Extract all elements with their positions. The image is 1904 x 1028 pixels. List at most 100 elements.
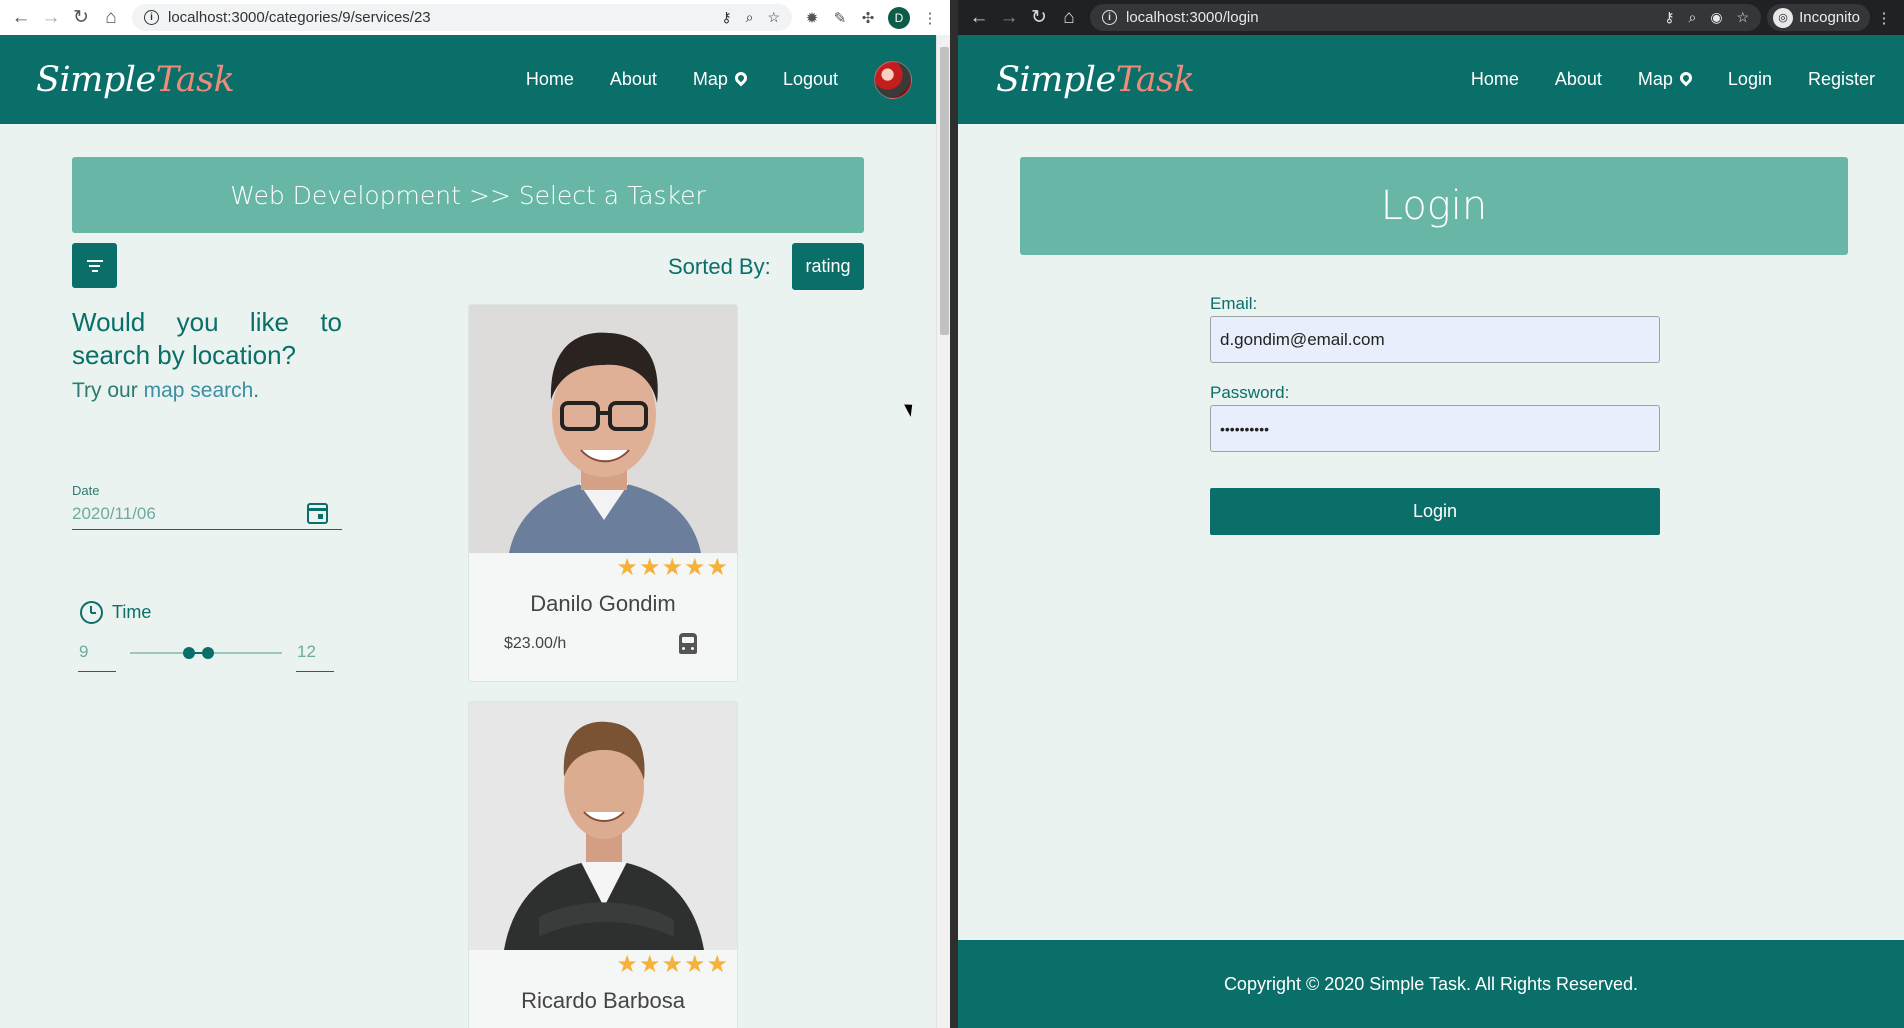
extension-pencil-icon[interactable]: ✎ <box>826 9 854 27</box>
try-prefix: Try our <box>72 379 138 402</box>
page-scrollbar[interactable] <box>936 35 950 1028</box>
menu-icon[interactable]: ⋮ <box>916 9 944 27</box>
tasker-card[interactable]: ★★★★★ Ricardo Barbosa <box>468 701 738 1028</box>
brand-part-2: Task <box>1115 59 1195 100</box>
forward-icon[interactable]: → <box>994 3 1024 33</box>
login-button[interactable]: Login <box>1210 488 1660 535</box>
window-divider <box>950 0 958 1028</box>
incognito-badge[interactable]: ◎ Incognito <box>1767 4 1870 31</box>
password-field[interactable]: •••••••••• <box>1210 405 1660 452</box>
brand-logo[interactable]: SimpleTask <box>996 59 1195 100</box>
filter-icon-line <box>89 264 100 267</box>
site-navbar: SimpleTask Home About Map Logout <box>0 35 950 124</box>
nav-map-label: Map <box>1637 69 1673 89</box>
zoom-icon[interactable]: ⌕ <box>1688 9 1696 26</box>
filter-icon-line <box>86 259 103 262</box>
site-info-icon[interactable]: i <box>144 10 159 25</box>
profile-avatar[interactable]: D <box>888 6 910 29</box>
url-text: localhost:3000/categories/9/services/23 <box>168 9 431 26</box>
browser-toolbar: ← → ↻ ⌂ i localhost:3000/categories/9/se… <box>0 0 950 35</box>
tasker-details: $23.00/h <box>469 633 737 654</box>
site-footer: Copyright © 2020 Simple Task. All Rights… <box>958 940 1904 1028</box>
brand-part-2: Task <box>155 59 235 100</box>
extensions-puzzle-icon[interactable]: ✣ <box>854 9 882 27</box>
brand-part-1: Simple <box>996 59 1116 100</box>
page-title: Login <box>1020 157 1848 255</box>
time-from-input[interactable]: 9 <box>78 642 116 672</box>
time-to-input[interactable]: 12 <box>296 642 334 672</box>
sorted-by-label: Sorted By: <box>668 254 771 279</box>
date-field[interactable]: 2020/11/06 <box>72 498 342 530</box>
extension-bug-icon[interactable]: ✹ <box>798 9 826 27</box>
nav-about[interactable]: About <box>1555 69 1602 90</box>
nav-links: Home About Map Login Register <box>1435 69 1875 90</box>
map-pin-icon <box>1677 69 1695 86</box>
clock-icon <box>80 601 103 624</box>
tasker-name: Danilo Gondim <box>530 591 676 616</box>
tasker-card[interactable]: ★★★★★ Danilo Gondim $23.00/h <box>468 304 738 682</box>
rating-stars: ★★★★★ <box>616 951 729 978</box>
zoom-icon[interactable]: ⌕ <box>746 9 754 26</box>
reload-icon[interactable]: ↻ <box>1024 3 1054 33</box>
time-slider-end-handle[interactable] <box>201 647 214 659</box>
tasker-photo <box>469 305 737 553</box>
nav-home[interactable]: Home <box>1471 69 1519 90</box>
site-navbar: SimpleTask Home About Map Login Register <box>958 35 1904 124</box>
map-search-prompt: Try our map search. <box>72 379 259 403</box>
time-label: Time <box>112 602 152 622</box>
password-label: Password: <box>1210 383 1290 402</box>
sort-rating-button[interactable]: rating <box>792 243 864 290</box>
browser-toolbar: ← → ↻ ⌂ i localhost:3000/login ⚷ ⌕ ◉ ☆ ◎… <box>958 0 1904 35</box>
home-icon[interactable]: ⌂ <box>1054 3 1084 33</box>
rating-stars: ★★★★★ <box>616 554 729 581</box>
map-pin-icon <box>732 69 750 86</box>
location-search-question: Would you like to search by location? <box>72 307 342 370</box>
tasker-photo-image <box>469 305 737 553</box>
nav-logout[interactable]: Logout <box>783 69 838 90</box>
key-icon[interactable]: ⚷ <box>721 9 731 26</box>
time-range-slider[interactable] <box>130 647 282 659</box>
try-suffix: . <box>253 379 260 402</box>
nav-register[interactable]: Register <box>1808 69 1875 90</box>
reload-icon[interactable]: ↻ <box>66 3 96 33</box>
bookmark-star-icon[interactable]: ☆ <box>767 9 780 26</box>
user-avatar[interactable] <box>874 60 912 99</box>
nav-map-label: Map <box>692 69 728 89</box>
filter-button[interactable] <box>72 243 117 288</box>
address-bar[interactable]: i localhost:3000/login ⚷ ⌕ ◉ ☆ <box>1090 4 1762 31</box>
key-icon[interactable]: ⚷ <box>1664 9 1674 26</box>
tasker-photo <box>469 702 737 950</box>
map-search-link[interactable]: map search <box>144 379 254 402</box>
nav-login[interactable]: Login <box>1728 69 1772 90</box>
brand-logo[interactable]: SimpleTask <box>36 59 235 100</box>
left-browser-window: ← → ↻ ⌂ i localhost:3000/categories/9/se… <box>0 0 950 1028</box>
calendar-icon[interactable] <box>307 503 328 524</box>
scrollbar-thumb[interactable] <box>940 47 949 335</box>
back-icon[interactable]: ← <box>964 3 994 33</box>
nav-about[interactable]: About <box>610 69 657 90</box>
address-bar[interactable]: i localhost:3000/categories/9/services/2… <box>132 4 792 31</box>
eye-slash-icon[interactable]: ◉ <box>1710 9 1722 26</box>
nav-map[interactable]: Map <box>1637 69 1695 90</box>
bus-icon <box>679 633 697 654</box>
time-filter-header: Time <box>80 601 151 624</box>
email-field[interactable]: d.gondim@email.com <box>1210 316 1660 363</box>
email-label: Email: <box>1210 294 1258 313</box>
brand-part-1: Simple <box>36 59 156 100</box>
nav-map[interactable]: Map <box>692 69 750 90</box>
incognito-label: Incognito <box>1799 9 1860 26</box>
tasker-photo-image <box>469 702 737 950</box>
nav-home[interactable]: Home <box>526 69 574 90</box>
date-label: Date <box>72 483 100 498</box>
bookmark-star-icon[interactable]: ☆ <box>1737 9 1750 26</box>
tasker-name: Ricardo Barbosa <box>521 988 685 1013</box>
page-title: Web Development >> Select a Tasker <box>72 157 864 233</box>
forward-icon[interactable]: → <box>36 3 66 33</box>
home-icon[interactable]: ⌂ <box>96 3 126 33</box>
time-slider-start-handle[interactable] <box>183 647 196 659</box>
menu-icon[interactable]: ⋮ <box>1870 9 1898 27</box>
back-icon[interactable]: ← <box>6 3 36 33</box>
site-info-icon[interactable]: i <box>1102 10 1117 25</box>
tasker-rate: $23.00/h <box>504 634 567 652</box>
nav-links: Home About Map Logout <box>490 60 912 99</box>
